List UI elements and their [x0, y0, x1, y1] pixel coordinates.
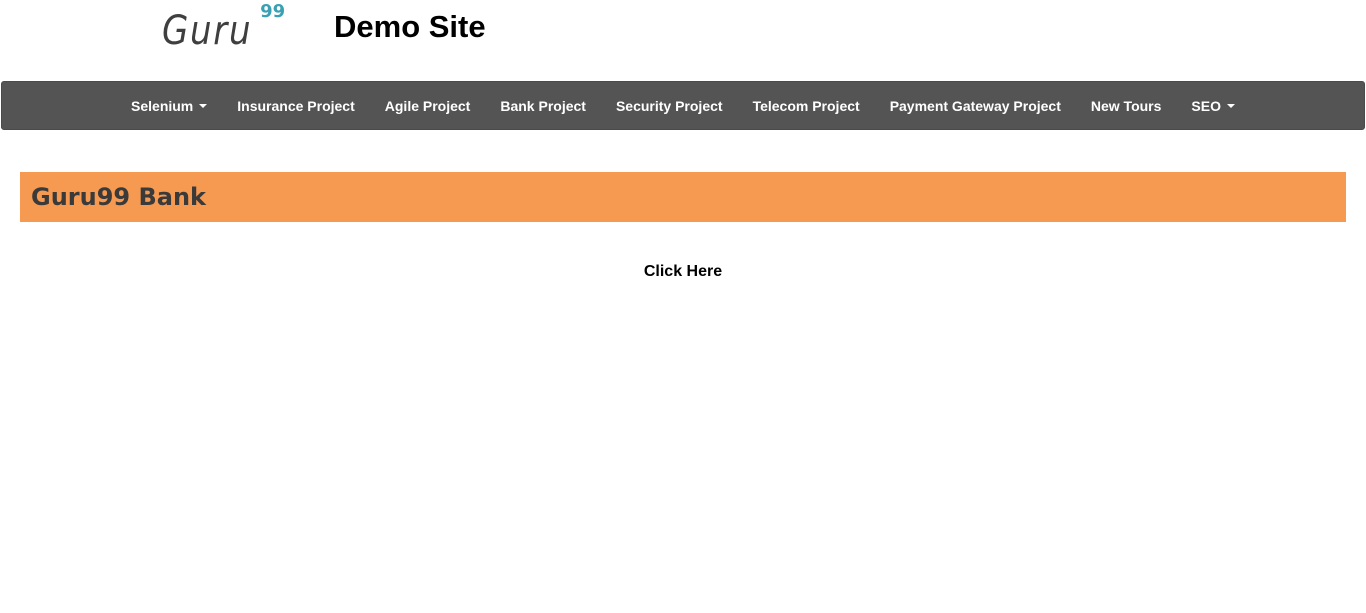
nav-item-label: Agile Project — [384, 97, 471, 114]
click-here-container: Click Here — [0, 263, 1366, 281]
nav-item-label: Insurance Project — [237, 97, 355, 114]
click-here-link[interactable]: Click Here — [644, 263, 722, 280]
nav-item-insurance-project[interactable]: Insurance Project — [222, 98, 370, 114]
logo-text: Guru — [162, 8, 253, 54]
logo-superscript: 99 — [260, 1, 286, 22]
caret-down-icon — [1226, 103, 1235, 108]
guru99-logo[interactable]: Guru 99 — [162, 3, 285, 63]
nav-item-label: SEO — [1191, 97, 1221, 114]
nav-item-security-project[interactable]: Security Project — [601, 98, 738, 114]
nav-item-label: Payment Gateway Project — [889, 97, 1061, 114]
nav-item-payment-gateway-project[interactable]: Payment Gateway Project — [875, 98, 1076, 114]
nav-item-seo[interactable]: SEO — [1176, 98, 1250, 114]
nav-item-telecom-project[interactable]: Telecom Project — [738, 98, 875, 114]
caret-down-icon — [199, 103, 208, 108]
site-title: Demo Site — [334, 9, 486, 44]
nav-item-label: Telecom Project — [752, 97, 860, 114]
nav-item-label: Selenium — [131, 97, 194, 114]
nav-item-bank-project[interactable]: Bank Project — [485, 98, 601, 114]
bank-banner: Guru99 Bank — [20, 172, 1346, 222]
nav-item-label: Bank Project — [500, 97, 586, 114]
main-navbar: Selenium Insurance Project Agile Project… — [1, 81, 1365, 130]
nav-item-new-tours[interactable]: New Tours — [1076, 98, 1177, 114]
nav-item-label: Security Project — [615, 97, 723, 114]
nav-item-agile-project[interactable]: Agile Project — [370, 98, 486, 114]
nav-list: Selenium Insurance Project Agile Project… — [2, 82, 1364, 129]
nav-item-selenium[interactable]: Selenium — [116, 98, 222, 114]
nav-item-label: New Tours — [1090, 97, 1162, 114]
site-header: Guru 99 Demo Site — [0, 0, 1366, 80]
bank-title: Guru99 Bank — [31, 183, 206, 211]
